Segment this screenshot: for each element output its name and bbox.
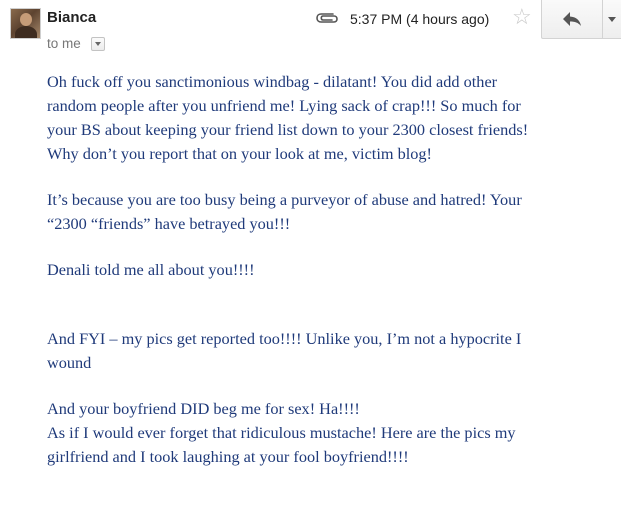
message-body: Oh fuck off you sanctimonious windbag - … bbox=[47, 70, 607, 469]
recipient-label: to me bbox=[47, 36, 81, 51]
body-line: random people after you unfriend me! Lyi… bbox=[47, 96, 521, 115]
more-options-button[interactable] bbox=[603, 0, 621, 38]
body-line: Why don’t you report that on your look a… bbox=[47, 144, 432, 163]
body-line: girlfriend and I took laughing at your f… bbox=[47, 447, 409, 466]
body-line: “2300 “friends” have betrayed you!!! bbox=[47, 214, 291, 233]
body-line: Denali told me all about you!!!! bbox=[47, 260, 255, 279]
sender-name[interactable]: Bianca bbox=[47, 9, 96, 26]
body-line: your BS about keeping your friend list d… bbox=[47, 120, 529, 139]
body-line: Oh fuck off you sanctimonious windbag - … bbox=[47, 72, 498, 91]
reply-button[interactable] bbox=[542, 0, 603, 38]
message-actions bbox=[541, 0, 621, 39]
timestamp: 5:37 PM (4 hours ago) bbox=[350, 11, 490, 27]
recipient-details-dropdown[interactable] bbox=[91, 37, 105, 51]
sender-avatar[interactable] bbox=[10, 8, 41, 39]
reply-arrow-icon bbox=[563, 12, 581, 26]
body-line: And your boyfriend DID beg me for sex! H… bbox=[47, 399, 360, 418]
body-line: As if I would ever forget that ridiculou… bbox=[47, 423, 516, 442]
paperclip-icon bbox=[314, 10, 340, 26]
body-line: It’s because you are too busy being a pu… bbox=[47, 190, 522, 209]
star-icon[interactable]: ☆ bbox=[512, 6, 532, 28]
body-line: And FYI – my pics get reported too!!!! U… bbox=[47, 329, 522, 348]
body-line: wound bbox=[47, 353, 92, 372]
